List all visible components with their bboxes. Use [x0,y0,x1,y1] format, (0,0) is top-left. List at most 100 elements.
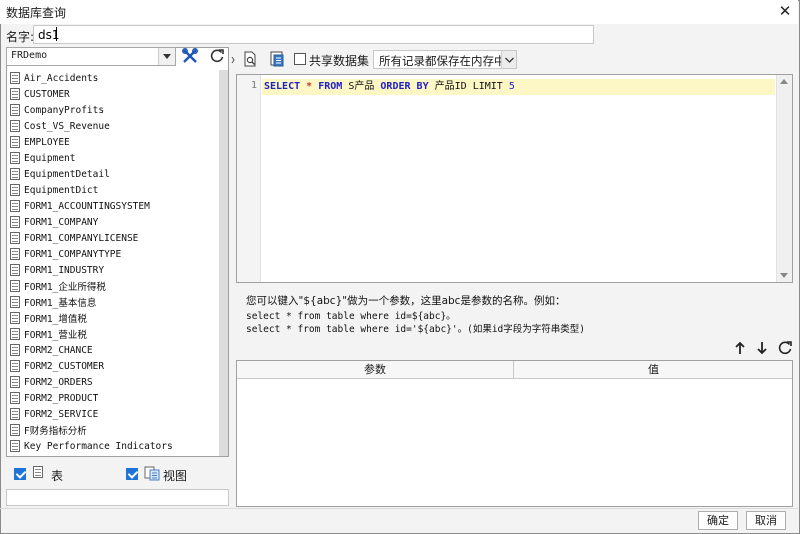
dialog-title: 数据库查询 [6,6,67,20]
table-list-item[interactable]: FORM1_INDUSTRY [7,262,219,278]
sql-keyword: LIMIT [472,81,503,92]
chevron-down-icon[interactable] [158,48,175,65]
table-list-item[interactable]: FORM2_ORDERS [7,374,219,390]
table-list-item[interactable]: FORM1_营业税 [7,326,219,342]
view-type-icon [144,465,160,484]
line-number: 1 [250,80,257,91]
table-list-item[interactable]: Air_Accidents [7,70,219,86]
table-search-input[interactable] [6,489,229,506]
ok-button[interactable]: 确定 [698,511,738,530]
table-list-item[interactable]: FORM1_基本信息 [7,294,219,310]
table-list-item[interactable]: Key Performance Indicators [7,438,219,454]
share-dataset-label: 共享数据集 [309,54,370,68]
view-filter-checkbox[interactable] [126,468,138,480]
sql-wizard-button[interactable] [267,50,287,68]
table-icon [10,376,20,388]
text-caret [56,27,57,41]
cancel-button[interactable]: 取消 [746,511,786,530]
table-list-item[interactable]: FORM1_企业所得税 [7,278,219,294]
table-list-item[interactable]: EMPLOYEE [7,134,219,150]
table-list-scrollbar[interactable] [219,70,228,456]
table-icon [10,200,20,212]
chevron-down-icon[interactable] [501,51,516,68]
parameter-table[interactable] [236,360,793,507]
table-list-item[interactable]: EquipmentDetail [7,166,219,182]
refresh-icon [778,341,792,355]
table-icon [10,232,20,244]
refresh-button[interactable] [207,47,227,65]
table-name: FORM1_INDUSTRY [24,264,105,276]
editor-scrollbar[interactable] [776,75,792,282]
table-list-item[interactable]: FORM1_ACCOUNTINGSYSTEM [7,198,219,214]
table-list-item[interactable]: CompanyProfits [7,102,219,118]
table-icon [10,168,20,180]
table-name: FORM1_企业所得税 [24,282,106,293]
scroll-up-icon[interactable] [776,76,792,88]
table-list-item[interactable]: FORM1_COMPANY [7,214,219,230]
table-list-item[interactable]: FORM2_CHANCE [7,342,219,358]
table-name: F财务指标分析 [24,426,87,437]
table-filter-checkbox[interactable] [14,468,26,480]
storage-mode-value: 所有记录都保存在内存中 [379,54,506,68]
share-dataset-checkbox[interactable] [294,53,306,65]
table-name: FORM1_COMPANY [24,216,99,228]
table-icon [10,248,20,260]
table-name: FORM1_ACCOUNTINGSYSTEM [24,200,150,212]
table-filter-label: 表 [51,469,64,483]
scroll-down-icon[interactable] [776,270,792,282]
table-list-item[interactable]: FORM2_SERVICE [7,406,219,422]
connection-settings-button[interactable] [180,47,200,65]
connection-select[interactable]: FRDemo [6,47,176,66]
table-name: EquipmentDict [24,184,99,196]
table-name: FORM2_CHANCE [24,344,93,356]
table-icon [10,120,20,132]
table-icon [10,424,20,436]
refresh-icon [210,49,224,63]
param-column-header[interactable]: 参数 [237,361,514,378]
table-name: EquipmentDetail [24,168,110,180]
sql-editor[interactable] [236,74,793,283]
value-column-header[interactable]: 值 [515,361,792,378]
table-list-item[interactable]: EquipmentDict [7,182,219,198]
table-list-item[interactable]: CUSTOMER [7,86,219,102]
table-list-item[interactable]: FORM1_COMPANYLICENSE [7,230,219,246]
table-list-item[interactable]: FORM2_CUSTOMER [7,358,219,374]
table-list-item[interactable]: FORM2_PRODUCT [7,390,219,406]
tools-icon [182,48,198,63]
refresh-params-button[interactable] [775,339,795,357]
parameter-hint-line-3: select * from table where id='${abc}'。(如… [246,324,585,335]
name-input[interactable] [33,25,594,44]
table-list-item[interactable]: FORM1_COMPANYTYPE [7,246,219,262]
table-name: Air_Accidents [24,72,99,84]
table-icon [10,152,20,164]
table-list-item[interactable]: Equipment [7,150,219,166]
table-list-item[interactable]: FORM1_增值税 [7,310,219,326]
check-icon [14,468,26,480]
table-icon [10,216,20,228]
sql-code-line[interactable]: SELECT * FROM S产品 ORDER BY 产品ID LIMIT 5 [262,79,775,95]
table-name: FORM2_PRODUCT [24,392,99,404]
parameter-table-header: 参数 值 [237,361,792,379]
table-name: CUSTOMER [24,88,70,100]
table-list: Air_Accidents CUSTOMER CompanyProfits Cost_… [7,70,219,456]
table-list-item[interactable]: Cost_VS_Revenue [7,118,219,134]
move-down-button[interactable] [752,339,772,357]
preview-button[interactable] [240,50,260,68]
view-filter-label: 视图 [163,469,188,483]
storage-mode-select[interactable]: 所有记录都保存在内存中 [373,50,517,69]
close-icon[interactable]: ✕ [776,2,794,20]
table-icon [10,184,20,196]
panel-splitter[interactable] [231,47,235,507]
arrow-down-icon [757,342,767,355]
move-up-button[interactable] [730,339,750,357]
table-icon [10,328,20,340]
table-icon [10,344,20,356]
table-icon [10,440,20,452]
table-icon [10,312,20,324]
table-icon [10,136,20,148]
arrow-up-icon [735,341,745,354]
table-icon [10,360,20,372]
line-number-gutter [237,75,261,282]
table-list-item[interactable]: F财务指标分析 [7,422,219,438]
table-name: FORM1_COMPANYLICENSE [24,232,139,244]
